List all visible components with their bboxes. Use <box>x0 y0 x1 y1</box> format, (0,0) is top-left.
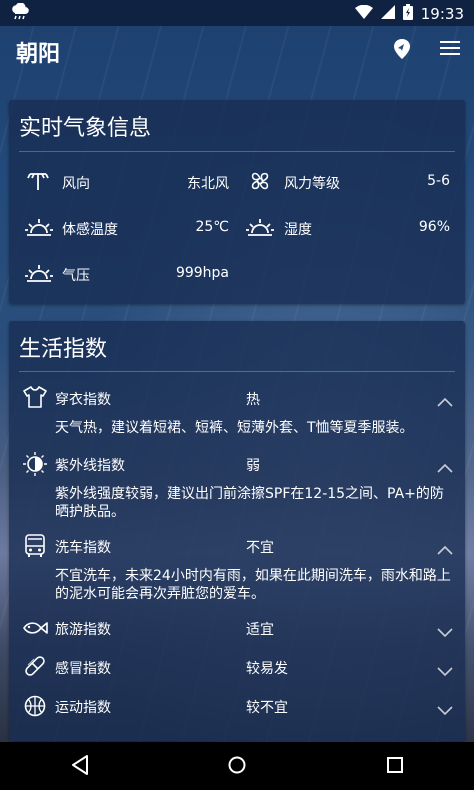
location-pin-icon[interactable] <box>392 38 412 64</box>
index-value: 较不宜 <box>246 700 288 716</box>
card-divider <box>19 371 455 372</box>
status-bar: 19:33 <box>0 0 474 26</box>
menu-icon[interactable] <box>440 40 460 60</box>
index-value: 弱 <box>246 458 260 474</box>
wind-level-value: 5-6 <box>427 173 450 189</box>
fish-icon <box>22 620 48 640</box>
shirt-icon <box>23 386 47 412</box>
pressure-sun-icon <box>25 263 53 287</box>
humidity-label: 湿度 <box>284 222 312 238</box>
app-bar: 朝阳 <box>0 26 474 72</box>
bus-icon <box>24 534 46 562</box>
index-description: 紫外线强度较弱，建议出门前涂擦SPF在12-15之间、PA+的防晒护肤品。 <box>55 486 444 520</box>
uv-sun-icon <box>23 452 47 480</box>
life-index-title: 生活指数 <box>19 337 108 362</box>
realtime-weather-card: 实时气象信息 风向 东北风 风力等级 5-6 体感温度 25℃ 湿度 96% 气… <box>9 100 465 304</box>
index-label: 穿衣指数 <box>55 392 111 408</box>
index-value: 较易发 <box>246 661 288 677</box>
battery-icon <box>402 4 413 24</box>
home-icon[interactable] <box>227 754 247 780</box>
index-value: 热 <box>246 392 260 408</box>
index-description: 天气热，建议着短裙、短裤、短薄外套、T恤等夏季服装。 <box>55 420 414 436</box>
index-label: 感冒指数 <box>55 661 111 677</box>
weather-notification-icon <box>10 2 30 25</box>
wind-direction-icon <box>27 170 49 196</box>
signal-icon <box>380 5 395 23</box>
card-divider <box>19 151 455 152</box>
recents-icon[interactable] <box>385 754 405 780</box>
life-index-card: 生活指数 穿衣指数 热 天气热，建议着短裙、短裤、短薄外套、T恤等夏季服装。 紫… <box>9 321 465 741</box>
index-value: 适宜 <box>246 622 274 638</box>
chevron-down-icon[interactable] <box>437 662 453 681</box>
navigation-bar <box>0 742 474 790</box>
city-name: 朝阳 <box>16 42 61 67</box>
chevron-up-icon[interactable] <box>437 540 453 559</box>
wind-level-label: 风力等级 <box>284 176 340 192</box>
feels-like-label: 体感温度 <box>62 222 118 238</box>
pressure-value: 999hpa <box>175 265 229 281</box>
wifi-icon <box>354 4 373 23</box>
back-icon[interactable] <box>70 754 90 780</box>
clock-time: 19:33 <box>420 5 464 23</box>
humidity-value: 96% <box>418 219 450 235</box>
index-label: 紫外线指数 <box>55 458 125 474</box>
chevron-up-icon[interactable] <box>437 458 453 477</box>
realtime-card-title: 实时气象信息 <box>19 116 152 141</box>
index-label: 洗车指数 <box>55 540 111 556</box>
index-description: 不宜洗车，未来24小时内有雨，如果在此期间洗车，雨水和路上的泥水可能会再次弄脏您… <box>55 568 451 602</box>
chevron-down-icon[interactable] <box>437 623 453 642</box>
pressure-label: 气压 <box>62 268 90 284</box>
index-label: 旅游指数 <box>55 622 111 638</box>
wind-direction-label: 风向 <box>62 176 90 192</box>
feels-like-value: 25℃ <box>195 219 229 235</box>
index-value: 不宜 <box>246 540 274 556</box>
pill-icon <box>24 655 46 681</box>
chevron-up-icon[interactable] <box>437 392 453 411</box>
index-label: 运动指数 <box>55 700 111 716</box>
fan-icon <box>248 169 272 197</box>
humidity-sun-icon <box>246 217 274 241</box>
basketball-icon <box>24 695 46 721</box>
sun-rising-icon <box>25 217 53 241</box>
wind-direction-value: 东北风 <box>187 176 229 192</box>
chevron-down-icon[interactable] <box>437 701 453 720</box>
